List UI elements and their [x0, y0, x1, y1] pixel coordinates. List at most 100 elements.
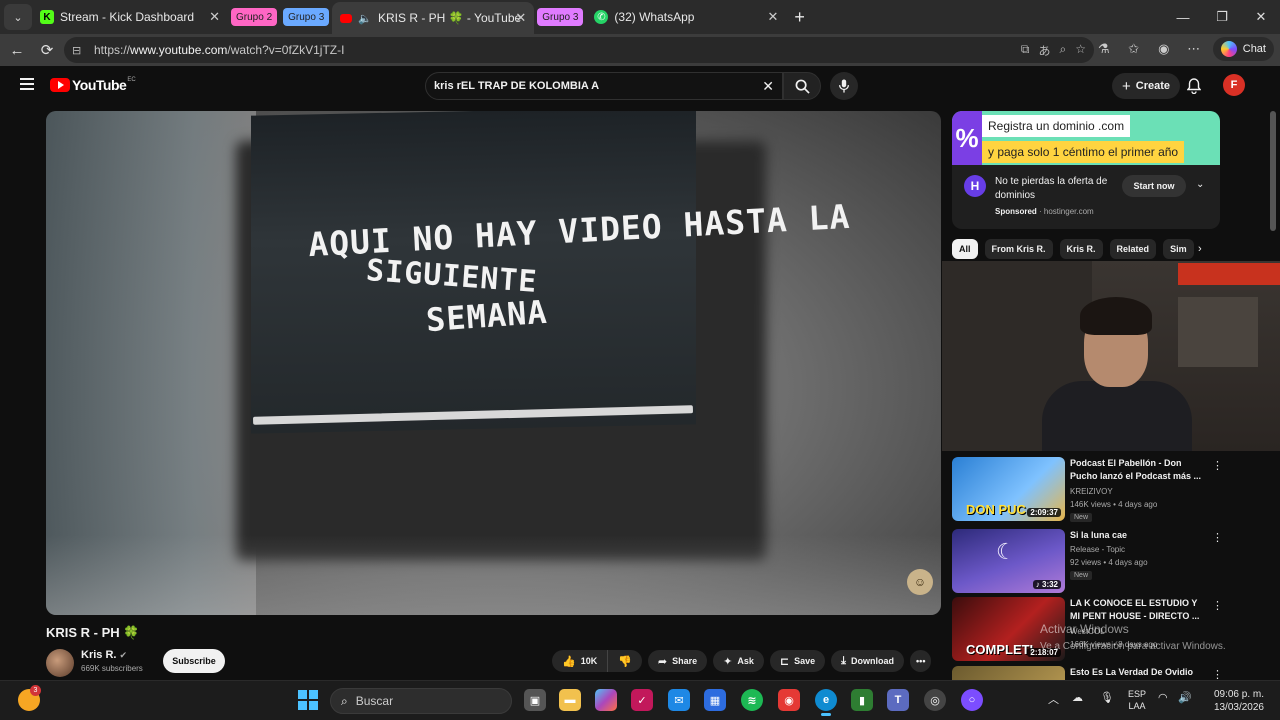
reload-icon[interactable]: ⟳	[32, 35, 62, 65]
tab-youtube[interactable]: 🔈 KRIS R - PH 🍀 - YouTube ✕	[332, 2, 535, 34]
chip-channel[interactable]: Kris R.	[1059, 239, 1103, 259]
app-green-icon[interactable]: ▮	[851, 689, 873, 711]
thumbs-up-icon: 👍	[562, 655, 576, 668]
youtube-icon	[340, 13, 353, 23]
bookmark-icon: ⊏	[779, 655, 790, 668]
voice-search-button[interactable]	[830, 72, 858, 100]
clear-search-icon[interactable]: ✕	[762, 78, 774, 95]
copilot-chat-button[interactable]: Chat	[1212, 37, 1274, 61]
ad-banner-line-2: y paga solo 1 céntimo el primer año	[982, 141, 1185, 163]
account-avatar[interactable]: F	[1223, 74, 1245, 96]
tab-title: Stream - Kick Dashboard	[60, 10, 195, 24]
close-tab-icon[interactable]: ✕	[209, 9, 220, 25]
more-options-icon[interactable]: ⋮	[1212, 459, 1223, 472]
start-menu-icon[interactable]	[298, 690, 318, 710]
create-button[interactable]: + Create	[1112, 73, 1181, 99]
recommendation-item[interactable]: Esto Es La Verdad De Ovidio ⋮	[952, 666, 1262, 680]
tab-group-chip[interactable]: Grupo 2	[231, 8, 278, 26]
percent-icon: %	[952, 111, 982, 165]
taskbar-search-input[interactable]: ⌕ Buscar	[330, 688, 512, 714]
back-icon[interactable]: ←	[2, 35, 32, 65]
ad-start-now-button[interactable]: Start now	[1122, 175, 1186, 197]
tab-whatsapp[interactable]: ✆ (32) WhatsApp ✕	[586, 3, 786, 31]
taskbar-clock[interactable]: 09:06 p. m. 13/03/2026	[1208, 688, 1264, 714]
chip-similar[interactable]: Sim	[1163, 239, 1194, 259]
browser-tab-strip: ⌄ K Stream - Kick Dashboard ✕ Grupo 2 Gr…	[0, 0, 1280, 34]
wifi-icon[interactable]: ◠	[1158, 691, 1168, 704]
tab-actions-menu-button[interactable]: ⌄	[4, 4, 32, 30]
cloud-icon[interactable]: ☁	[1072, 691, 1083, 704]
chevron-right-icon[interactable]: ›	[1198, 243, 1202, 255]
obs-icon[interactable]: ◎	[924, 689, 946, 711]
channel-watermark-icon[interactable]: ☺	[907, 569, 933, 595]
file-explorer-icon[interactable]: ▬	[559, 689, 581, 711]
close-tab-icon[interactable]: ✕	[768, 9, 779, 25]
sponsored-ad[interactable]: % Registra un dominio .com y paga solo 1…	[952, 111, 1220, 229]
channel-name[interactable]: Kris R. ✔	[81, 649, 127, 661]
search-input[interactable]: kris rEL TRAP DE KOLOMBIA A ✕	[425, 72, 783, 100]
show-hidden-icons-chevron[interactable]: ︿	[1048, 691, 1059, 707]
close-tab-icon[interactable]: ✕	[515, 10, 526, 26]
site-info-icon[interactable]: ⊟	[72, 44, 88, 57]
like-button[interactable]: 👍 10K	[552, 650, 609, 672]
close-window-icon[interactable]: ✕	[1242, 0, 1280, 34]
teams-icon[interactable]: T	[887, 689, 909, 711]
favorites-icon[interactable]: ✩	[1123, 38, 1145, 60]
tab-group-chip[interactable]: Grupo 3	[537, 8, 584, 26]
volume-icon[interactable]: 🔊	[1178, 691, 1192, 704]
chip-from-channel[interactable]: From Kris R.	[984, 239, 1053, 259]
more-options-icon[interactable]: ⋮	[1212, 531, 1223, 544]
youtube-logo[interactable]: YouTube EC	[50, 77, 136, 93]
chip-related[interactable]: Related	[1109, 239, 1157, 259]
microsoft-store-icon[interactable]: ▦	[704, 689, 726, 711]
minimize-icon[interactable]: —	[1164, 0, 1202, 34]
country-code: EC	[127, 77, 136, 83]
new-tab-button[interactable]: +	[786, 3, 816, 31]
more-menu-icon[interactable]: ⋯	[1183, 38, 1205, 60]
video-player[interactable]: AQUI NO HAY VIDEO HASTA LA SIGUIENTE SEM…	[46, 111, 941, 615]
subscribe-button[interactable]: Subscribe	[163, 649, 225, 673]
app-purple-icon[interactable]: ○	[961, 689, 983, 711]
microphone-tray-icon[interactable]: 🎙	[1100, 691, 1114, 704]
more-actions-button[interactable]: •••	[910, 650, 932, 672]
download-button[interactable]: ⤓ Download	[831, 650, 905, 672]
search-icon	[795, 79, 810, 94]
dislike-button[interactable]: 👎	[608, 650, 642, 672]
profile-icon[interactable]: ◉	[1153, 38, 1175, 60]
ad-banner-line-1: Registra un dominio .com	[982, 115, 1131, 137]
speaker-icon[interactable]: 🔈	[358, 12, 372, 25]
tab-group-chip[interactable]: Grupo 3	[283, 8, 330, 26]
maximize-icon[interactable]: ❐	[1203, 0, 1241, 34]
address-bar[interactable]: ⊟ https://www.youtube.com/watch?v=0fZkV1…	[64, 37, 1094, 63]
watermark-line-1: Activar Windows	[1040, 622, 1129, 636]
channel-avatar[interactable]	[46, 649, 74, 677]
task-view-icon[interactable]: ▣	[524, 689, 546, 711]
ask-button[interactable]: ✦ Ask	[713, 650, 764, 672]
app-red-icon[interactable]: ◉	[778, 689, 800, 711]
copilot-app-icon[interactable]	[595, 689, 617, 711]
input-language-indicator[interactable]: ESP LAA	[1128, 688, 1146, 712]
outlook-icon[interactable]: ✉	[668, 689, 690, 711]
save-button[interactable]: ⊏ Save	[769, 650, 826, 672]
chip-all[interactable]: All	[952, 239, 978, 259]
more-options-icon[interactable]: ⋮	[1212, 599, 1223, 612]
zoom-icon[interactable]: ⌕	[1060, 42, 1067, 59]
favorite-star-icon[interactable]: ☆	[1075, 42, 1086, 59]
spotify-icon[interactable]: ≋	[741, 689, 763, 711]
capcut-icon[interactable]: ✓	[631, 689, 653, 711]
translate-icon[interactable]: あ	[1038, 42, 1050, 59]
extensions-icon[interactable]: ⚗	[1093, 38, 1115, 60]
recommendation-item[interactable]: ☾ ♪ 3:32 Si la luna cae Release - Topic …	[952, 529, 1262, 595]
guide-menu-icon[interactable]	[20, 78, 34, 90]
share-button[interactable]: ➦ Share	[647, 650, 708, 672]
edge-icon[interactable]: e	[815, 689, 837, 716]
chevron-down-icon[interactable]: ⌄	[1196, 179, 1204, 190]
more-options-icon[interactable]: ⋮	[1212, 668, 1223, 680]
app-available-icon[interactable]: ⧉	[1021, 42, 1030, 59]
tab-kick-dashboard[interactable]: K Stream - Kick Dashboard ✕	[32, 3, 228, 31]
recommendation-item[interactable]: DON PUC 2:09:37 Podcast El Pabellón - Do…	[952, 457, 1262, 523]
page-scrollbar[interactable]	[1270, 111, 1276, 231]
search-button[interactable]	[783, 72, 821, 100]
sponsored-label: Sponsored	[995, 207, 1037, 216]
notifications-bell-icon[interactable]	[1184, 76, 1204, 96]
